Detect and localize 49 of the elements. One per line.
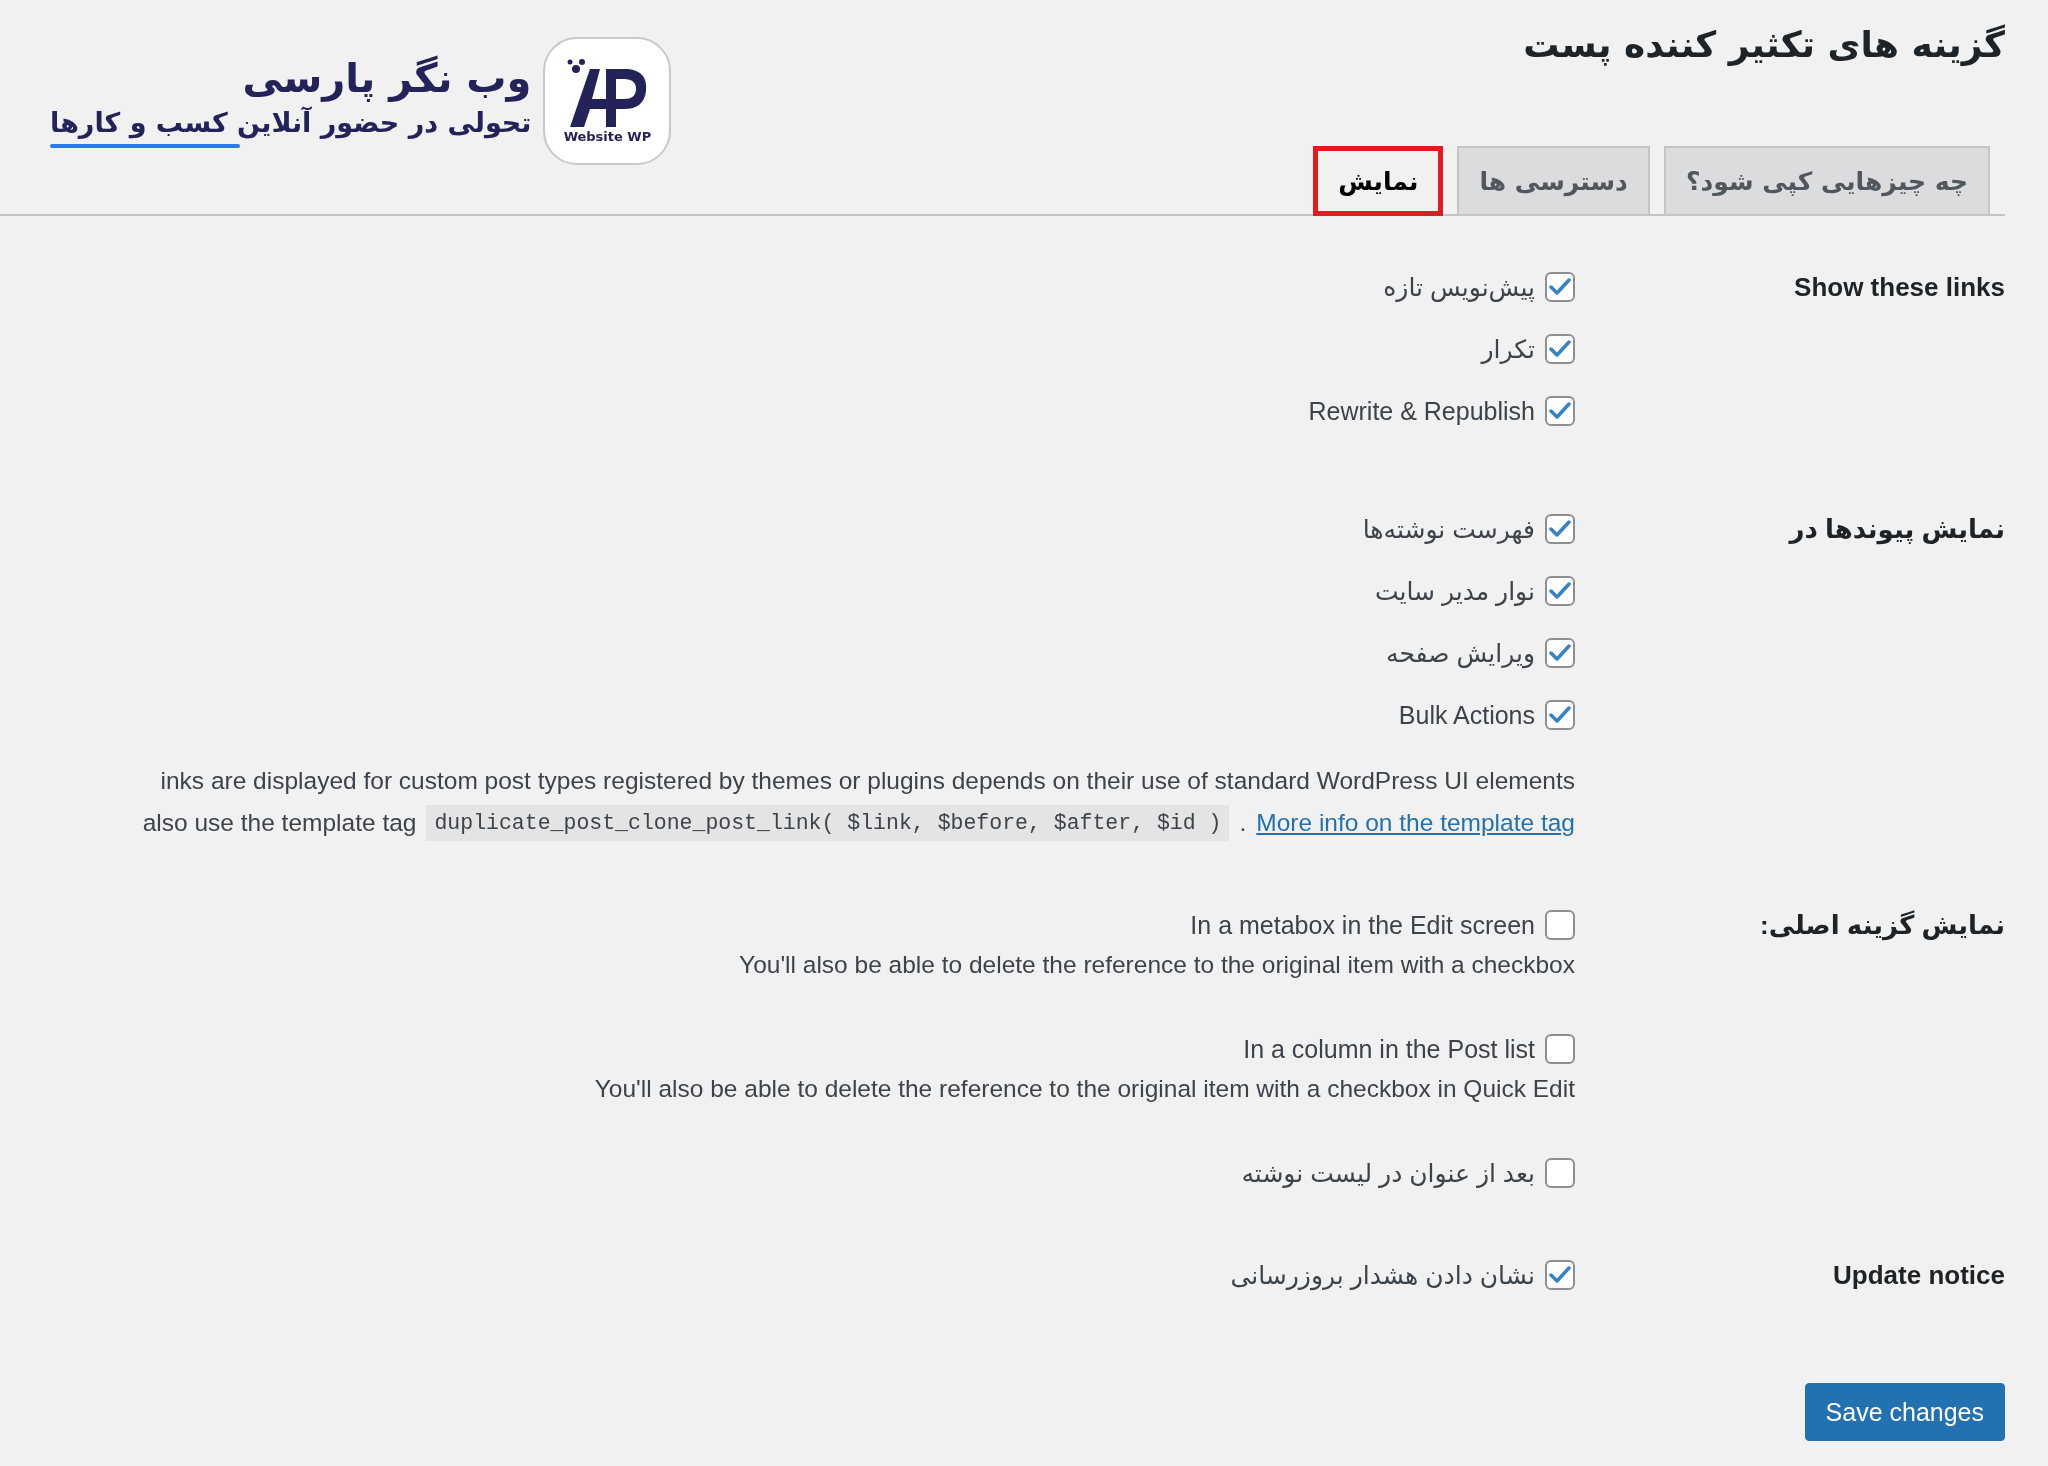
option-label: تکرار: [1481, 334, 1535, 364]
checkbox[interactable]: [1545, 700, 1575, 730]
checkbox[interactable]: [1545, 514, 1575, 544]
note-text: inks are displayed for custom post types registered by themes or plugins depends on their use of standard WordPress UI elements: [160, 767, 1575, 795]
section-heading: نمایش گزینه اصلی:: [1759, 908, 2005, 943]
checkbox[interactable]: [1545, 910, 1575, 940]
checkmark-icon: [1549, 339, 1571, 359]
option-label: نشان دادن هشدار بروزرسانی: [1230, 1260, 1535, 1290]
option-label: فهرست نوشته‌ها: [1362, 514, 1535, 544]
checkmark-icon: [1549, 401, 1571, 421]
checkbox[interactable]: [1545, 1034, 1575, 1064]
checkbox[interactable]: [1545, 334, 1575, 364]
note-text: also use the template tag: [142, 809, 417, 837]
option-label: ویرایش صفحه: [1386, 638, 1535, 668]
checkmark-icon: [1549, 643, 1571, 663]
option-description: You'll also be able to delete the reference to the original item with a checkbox: [739, 950, 1575, 980]
option-description: You'll also be able to delete the reference to the original item with a checkbox in Quick Edit: [594, 1074, 1575, 1104]
option-label: Rewrite & Republish: [1308, 396, 1535, 426]
section-heading: Show these links: [1793, 270, 2005, 304]
checkmark-icon: [1549, 705, 1571, 725]
save-button[interactable]: Save changes: [1804, 1383, 2005, 1441]
separator-text: .: [1239, 809, 1247, 837]
option-label: پیش‌نویس تازه: [1383, 272, 1535, 302]
checkmark-icon: [1549, 581, 1571, 601]
option-label: بعد از عنوان در لیست نوشته: [1241, 1158, 1535, 1188]
brand-tagline: تحولی در حضور آنلاین کسب و کارها: [50, 106, 532, 138]
checkbox[interactable]: [1545, 576, 1575, 606]
section-heading: نمایش پیوندها در: [1787, 512, 2005, 547]
checkmark-icon: [1549, 519, 1571, 539]
checkbox[interactable]: [1545, 1158, 1575, 1188]
option-label: In a metabox in the Edit screen: [1190, 910, 1535, 940]
option-label: In a column in the Post list: [1243, 1034, 1535, 1064]
checkmark-icon: [1549, 277, 1571, 297]
section-heading: Update notice: [1832, 1258, 2005, 1292]
checkbox[interactable]: [1545, 272, 1575, 302]
code-snippet: duplicate_post_clone_post_link( $link, $before, $after, $id ): [426, 805, 1230, 841]
checkbox[interactable]: [1545, 638, 1575, 668]
template-tag-link[interactable]: More info on the template tag: [1256, 809, 1575, 837]
page-title: گزینه های تکثیر کننده پست: [1523, 24, 2005, 65]
option-label: نوار مدیر سایت: [1374, 576, 1535, 606]
checkmark-icon: [1549, 1265, 1571, 1285]
brand-name: وب نگر پارسی: [242, 54, 532, 101]
option-label: Bulk Actions: [1398, 700, 1535, 730]
nav-tab[interactable]: چه چیزهایی کپی شود؟: [1663, 146, 1990, 216]
logo-badge-text: Website WP: [563, 128, 652, 144]
nav-tab[interactable]: دسترسی ها: [1457, 146, 1650, 216]
checkbox[interactable]: [1545, 1260, 1575, 1290]
checkbox[interactable]: [1545, 396, 1575, 426]
nav-tab[interactable]: نمایش: [1313, 146, 1444, 216]
